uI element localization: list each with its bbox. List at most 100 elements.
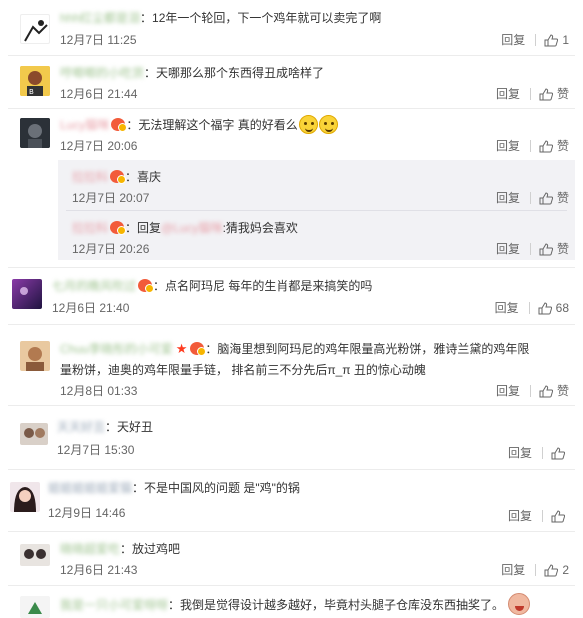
comment-text: 哼唧唧的小吃货：天哪那么那个东西得丑成啥样了 xyxy=(60,64,324,82)
thumbs-up-icon[interactable] xyxy=(539,242,553,256)
like-count[interactable]: 赞 xyxy=(557,383,569,399)
like-count[interactable]: 1 xyxy=(562,32,569,48)
username-link[interactable]: hhh红尘都是泪 xyxy=(60,9,140,27)
smile-emoji-icon xyxy=(298,115,318,134)
username-link[interactable]: 晓晓超爱吃 xyxy=(60,540,120,558)
like-count[interactable]: 赞 xyxy=(557,138,569,154)
reply-text: 拉拉科 ：喜庆 xyxy=(72,168,161,186)
baby-emoji-icon xyxy=(508,593,531,615)
comment-body: ：放过鸡吧 xyxy=(120,542,181,556)
comment-text-continued: 量粉饼，迪奥的鸡年限量手链， 排名前三不分先后π_π 丑的惊心动魄 xyxy=(60,363,426,377)
reply-body: :猜我妈会喜欢 xyxy=(222,221,298,235)
comment-text: hhh红尘都是泪：12年一个轮回，下一个鸡年就可以卖完了啊 xyxy=(60,9,381,27)
reply-button[interactable]: 回复 xyxy=(496,138,520,154)
thumbs-up-icon[interactable] xyxy=(551,509,565,523)
comment-actions: 回复 xyxy=(508,445,569,461)
avatar[interactable] xyxy=(12,279,42,309)
username-link[interactable]: 哼唧唧的小吃货 xyxy=(60,64,144,82)
comment-actions: 回复 68 xyxy=(495,300,569,316)
comment-text: 七月的晚风吹过 ：点名阿玛尼 每年的生肖都是来搞笑的吗 xyxy=(52,277,372,295)
reply-button[interactable]: 回复 xyxy=(501,32,525,48)
avatar[interactable] xyxy=(10,482,40,512)
comment-time: 12月6日 21:43 xyxy=(60,563,138,577)
member-badge-icon[interactable] xyxy=(111,118,128,132)
smile-emoji-icon xyxy=(318,115,338,134)
divider xyxy=(535,34,537,46)
thumbs-up-icon[interactable] xyxy=(539,139,553,153)
comment-time: 12月6日 21:44 xyxy=(60,87,138,101)
reply-button[interactable]: 回复 xyxy=(496,190,520,206)
svg-text:B: B xyxy=(29,88,34,96)
comment-body: ：12年一个轮回，下一个鸡年就可以卖完了啊 xyxy=(140,11,382,25)
username-link[interactable]: 拉拉科 xyxy=(72,219,108,237)
mention-link[interactable]: @Lucy猫咪 xyxy=(161,219,223,237)
avatar[interactable] xyxy=(20,596,50,618)
comment-body: ：不是中国风的问题 是"鸡"的锅 xyxy=(132,481,300,495)
like-count[interactable]: 2 xyxy=(562,562,569,578)
divider xyxy=(8,585,575,586)
username-link[interactable]: 我是一只小可爱呀呀 xyxy=(60,596,168,614)
like-count[interactable]: 赞 xyxy=(557,190,569,206)
thumbs-up-icon[interactable] xyxy=(544,563,559,577)
avatar[interactable] xyxy=(20,341,50,371)
divider xyxy=(529,385,531,397)
username-link[interactable]: Lucy猫咪 xyxy=(60,116,109,134)
thumbs-up-icon[interactable] xyxy=(551,446,565,460)
username-link[interactable]: 拉拉科 xyxy=(72,168,108,186)
reply-button[interactable]: 回复 xyxy=(495,300,519,316)
like-count[interactable]: 赞 xyxy=(557,241,569,257)
reply-button[interactable]: 回复 xyxy=(501,562,525,578)
comment-actions: 回复 赞 xyxy=(496,86,569,102)
username-link[interactable]: 七月的晚风吹过 xyxy=(52,277,136,295)
reply-time: 12月7日 20:07 xyxy=(72,191,150,205)
reply-button[interactable]: 回复 xyxy=(496,86,520,102)
avatar[interactable] xyxy=(20,118,50,148)
thumbs-up-icon[interactable] xyxy=(538,301,552,315)
comment-body: ：无法理解这个福字 真的好看么 xyxy=(126,118,298,132)
comment-text: Lucy猫咪 ：无法理解这个福字 真的好看么 xyxy=(60,115,338,134)
star-icon: ★ xyxy=(175,341,188,356)
reply-actions: 回复 赞 xyxy=(496,241,569,257)
member-badge-icon[interactable] xyxy=(190,342,207,356)
like-count[interactable]: 68 xyxy=(556,300,569,316)
username-link[interactable]: 天天好丑 xyxy=(57,418,105,436)
reply-text: 拉拉科 ：回复@Lucy猫咪:猜我妈会喜欢 xyxy=(72,219,298,237)
comment-text: 姐姐姐姐姐爱猫：不是中国风的问题 是"鸡"的锅 xyxy=(48,479,300,497)
comment-actions: 回复 赞 xyxy=(496,138,569,154)
avatar[interactable] xyxy=(20,14,50,44)
reply-button[interactable]: 回复 xyxy=(496,383,520,399)
comment-text: Chuu李晓彤的小可爱 ★ ：脑海里想到阿玛尼的鸡年限量高光粉饼，雅诗兰黛的鸡年限 xyxy=(60,340,529,358)
comment-time: 12月6日 21:40 xyxy=(52,301,130,315)
divider xyxy=(8,469,575,470)
thumbs-up-icon[interactable] xyxy=(539,384,553,398)
divider xyxy=(529,192,531,204)
comment-body: ：脑海里想到阿玛尼的鸡年限量高光粉饼，雅诗兰黛的鸡年限 xyxy=(205,342,530,356)
avatar[interactable]: B xyxy=(20,66,50,96)
member-badge-icon[interactable] xyxy=(110,221,127,235)
divider xyxy=(529,243,531,255)
thumbs-up-icon[interactable] xyxy=(539,191,553,205)
member-badge-icon[interactable] xyxy=(110,170,127,184)
reply-button[interactable]: 回复 xyxy=(508,445,532,461)
like-count[interactable]: 赞 xyxy=(557,86,569,102)
divider xyxy=(8,108,575,109)
username-link[interactable]: Chuu李晓彤的小可爱 xyxy=(60,340,173,358)
reply-button[interactable]: 回复 xyxy=(496,241,520,257)
comment-text: 晓晓超爱吃：放过鸡吧 xyxy=(60,540,180,558)
member-badge-icon[interactable] xyxy=(138,279,155,293)
reply-time: 12月7日 20:26 xyxy=(72,242,150,256)
comment-time: 12月7日 20:06 xyxy=(60,139,138,153)
comment-actions: 回复 1 xyxy=(501,32,569,48)
username-link[interactable]: 姐姐姐姐姐爱猫 xyxy=(48,479,132,497)
comment-body: ：天好丑 xyxy=(105,420,154,434)
avatar[interactable] xyxy=(20,544,50,566)
reply-button[interactable]: 回复 xyxy=(508,508,532,524)
thumbs-up-icon[interactable] xyxy=(539,87,553,101)
divider xyxy=(542,447,543,459)
comment-actions: 回复 2 xyxy=(501,562,569,578)
divider xyxy=(8,324,575,325)
avatar[interactable] xyxy=(20,423,48,445)
divider xyxy=(66,210,567,211)
comment-time: 12月7日 11:25 xyxy=(60,33,137,47)
thumbs-up-icon[interactable] xyxy=(544,33,559,47)
